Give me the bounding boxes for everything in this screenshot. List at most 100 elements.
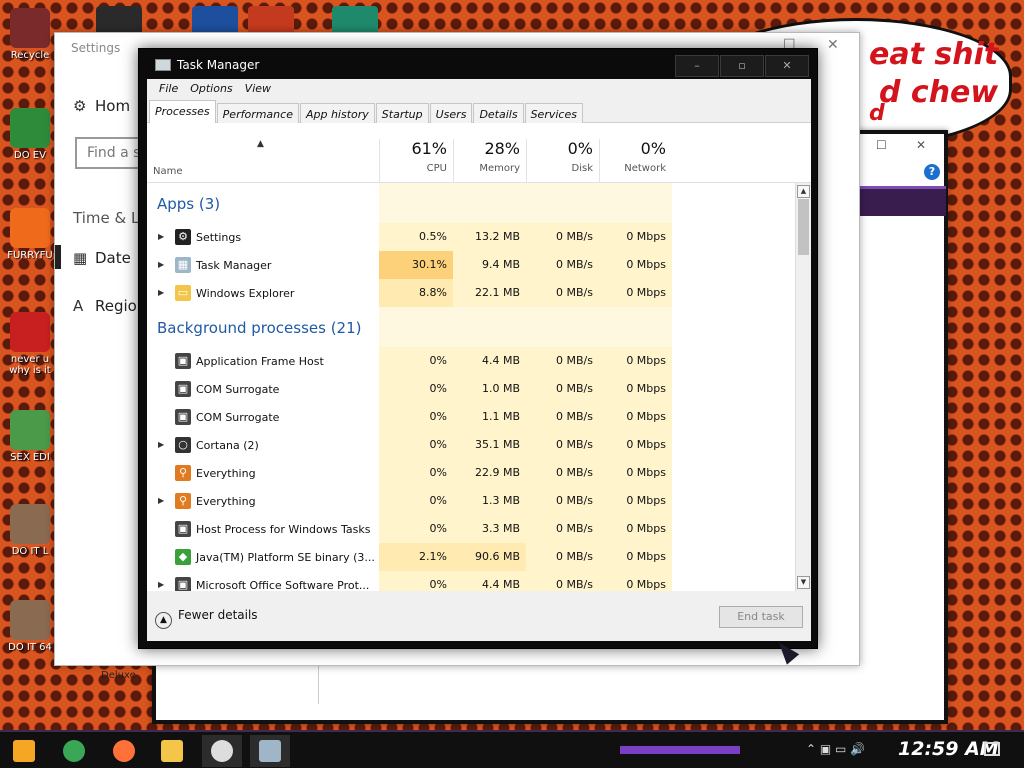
expand-chevron-icon[interactable]: ▶ [158,440,164,449]
desktop-icon-image [10,312,50,352]
scroll-down-icon[interactable]: ▼ [797,576,810,589]
cell-cpu: 30.1% [379,251,453,279]
table-row[interactable]: ▶ ⚲ Everything 0% 1.3 MB 0 MB/s 0 Mbps [147,487,795,515]
settings-item-date[interactable]: ▦ Date [73,249,131,267]
cell-mem: 9.4 MB [453,251,526,279]
process-name: Cortana (2) [196,439,259,452]
process-group-header: Background processes (21) [147,307,795,347]
cell-net: 0 Mbps [599,515,672,543]
cell-disk: 0 MB/s [526,459,599,487]
desktop-icon-label: never u why is it [9,354,51,376]
group-title: Background processes (21) [157,319,362,337]
desktop-icon[interactable]: FURRYFU [4,208,56,261]
settings-close[interactable]: ✕ [827,37,839,53]
cell-cpu: 0.5% [379,223,453,251]
cell-mem: 3.3 MB [453,515,526,543]
cell-cpu: 0% [379,375,453,403]
cell-mem: 1.3 MB [453,487,526,515]
tab-services[interactable]: Services [524,103,583,123]
cell-net: 0 Mbps [599,251,672,279]
desktop-icon[interactable]: DO IT L [4,504,56,557]
desktop-icon-image [10,8,50,48]
table-row[interactable]: ▣ Application Frame Host 0% 4.4 MB 0 MB/s 0 M… [147,347,795,375]
explorer-close[interactable]: ✕ [916,138,926,152]
settings-item-region[interactable]: A Regio [73,297,137,315]
cell-net: 0 Mbps [599,347,672,375]
taskbar-chrome[interactable] [54,735,94,767]
tab-processes[interactable]: Processes [149,100,216,124]
table-row[interactable]: ▶ ▦ Task Manager 30.1% 9.4 MB 0 MB/s 0 Mbps [147,251,795,279]
desktop-icon-label: DO IT 64 [8,642,52,653]
table-row[interactable]: ▶ ○ Cortana (2) 0% 35.1 MB 0 MB/s 0 Mbps [147,431,795,459]
cell-mem: 35.1 MB [453,431,526,459]
table-row[interactable]: ▶ ⚙ Settings 0.5% 13.2 MB 0 MB/s 0 Mbps [147,223,795,251]
expand-chevron-icon[interactable]: ▶ [158,496,164,505]
desktop-icon[interactable]: Recycle [4,8,56,61]
table-row[interactable]: ▣ COM Surrogate 0% 1.1 MB 0 MB/s 0 Mbps [147,403,795,431]
process-group-header: Apps (3) [147,183,795,223]
column-cpu[interactable]: 61% CPU [379,139,453,183]
column-name[interactable]: Name [153,166,183,177]
menu-options[interactable]: Options [184,79,238,99]
taskbar-settings[interactable] [202,735,242,767]
notification-icon[interactable] [984,742,1000,756]
scroll-up-icon[interactable]: ▲ [797,185,810,198]
process-name: Everything [196,467,256,480]
table-row[interactable]: ▣ Host Process for Windows Tasks 0% 3.3 MB 0… [147,515,795,543]
process-table: ▲ Name 61% CPU 28% Memory 0% Disk 0% Network… [147,123,811,591]
task-manager-footer: ▲ Fewer details End task [147,591,811,641]
desktop-icon[interactable]: DO EV [4,108,56,161]
desktop-icon[interactable]: SEX EDI [4,410,56,463]
minimize-button[interactable]: – [675,55,719,77]
group-cell-bg [453,307,526,347]
taskbar-firefox[interactable] [104,735,144,767]
tab-performance[interactable]: Performance [216,103,299,123]
app-frame-icon: ▣ [175,381,191,397]
scroll-thumb[interactable] [798,199,809,255]
table-row[interactable]: ⚲ Everything 0% 22.9 MB 0 MB/s 0 Mbps [147,459,795,487]
taskbar-file-explorer[interactable] [152,735,192,767]
column-memory[interactable]: 28% Memory [453,139,526,183]
settings-home[interactable]: ⚙ Hom [73,97,130,115]
menu-file[interactable]: File [153,79,184,99]
desktop-icon[interactable]: never u why is it [4,312,56,376]
column-disk[interactable]: 0% Disk [526,139,599,183]
help-icon[interactable]: ? [924,164,940,180]
tab-details[interactable]: Details [473,103,524,123]
menu-view[interactable]: View [239,79,277,99]
system-tray[interactable]: ⌃ ▣ ▭ 🔊 [806,742,865,756]
fewer-details-button[interactable]: ▲ Fewer details [155,608,258,629]
tab-app-history[interactable]: App history [299,103,375,123]
taskbar-start-button[interactable] [4,735,44,767]
close-button[interactable]: ✕ [765,55,809,77]
explorer-maximize[interactable]: ☐ [876,138,887,152]
tab-users[interactable]: Users [429,103,473,123]
vertical-scrollbar[interactable]: ▲ ▼ [795,183,811,591]
table-row[interactable]: ▶ ▭ Windows Explorer 8.8% 22.1 MB 0 MB/s 0 Mbp… [147,279,795,307]
maximize-button[interactable]: ▫ [720,55,764,77]
desktop-icon[interactable]: DO IT 64 [4,600,56,653]
expand-chevron-icon[interactable]: ▶ [158,580,164,589]
table-row[interactable]: ▣ COM Surrogate 0% 1.0 MB 0 MB/s 0 Mbps [147,375,795,403]
expand-chevron-icon[interactable]: ▶ [158,260,164,269]
table-row[interactable]: ▶ ▣ Microsoft Office Software Prot... 0% 4.4… [147,571,795,591]
cell-net: 0 Mbps [599,571,672,591]
cell-net: 0 Mbps [599,223,672,251]
task-manager-window[interactable]: Task Manager – ▫ ✕ File Options View Pro… [138,48,818,649]
desktop-icon-image [10,600,50,640]
process-name: Task Manager [196,259,272,272]
end-task-button[interactable]: End task [719,606,803,628]
app-frame-icon: ▣ [175,577,191,591]
desktop-icon-image [10,208,50,248]
column-network[interactable]: 0% Network [599,139,672,183]
taskbar-task-manager[interactable] [250,735,290,767]
expand-chevron-icon[interactable]: ▶ [158,288,164,297]
expand-chevron-icon[interactable]: ▶ [158,232,164,241]
cell-mem: 1.0 MB [453,375,526,403]
cell-cpu: 8.8% [379,279,453,307]
task-manager-icon [155,59,171,71]
desktop-icon-label: FURRYFU [7,250,53,261]
tab-startup[interactable]: Startup [375,103,429,123]
table-row[interactable]: ◆ Java(TM) Platform SE binary (3... 2.1% 90… [147,543,795,571]
settings-title: Settings [71,41,121,55]
